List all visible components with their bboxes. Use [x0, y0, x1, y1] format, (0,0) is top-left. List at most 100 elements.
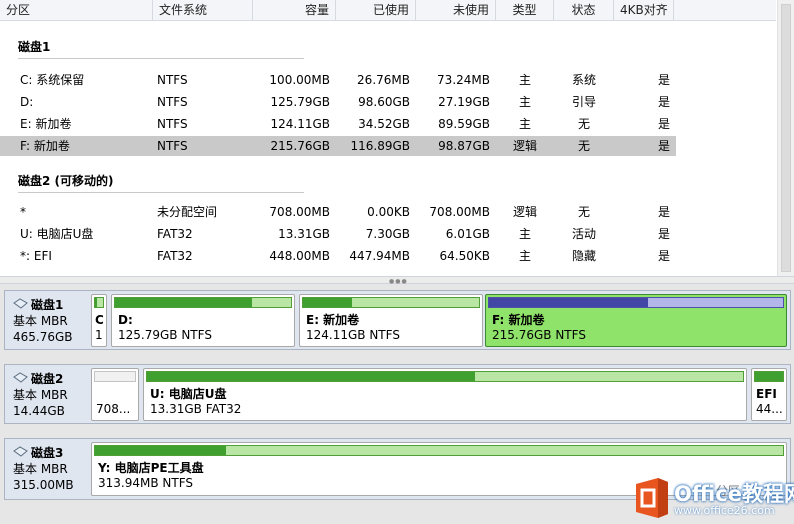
partition-detail: 13.31GB FAT32	[150, 402, 242, 416]
partition-detail: 44...	[756, 402, 783, 416]
disk-kind: 基本 MBR	[13, 388, 68, 402]
cell-capacity: 124.11GB	[270, 117, 330, 131]
usage-fill	[755, 372, 783, 381]
column-used[interactable]: 已使用	[336, 0, 416, 20]
cell-used: 116.89GB	[350, 139, 410, 153]
cell-status: 无	[577, 205, 590, 219]
disk-info: 磁盘3 基本 MBR 315.00MB	[5, 439, 89, 499]
usage-bar	[94, 297, 104, 308]
cell-4k-align: 是	[657, 205, 670, 219]
cell-used: 447.94MB	[349, 249, 410, 263]
disk-icon	[13, 445, 28, 461]
partition-block-d[interactable]: D: 125.79GB NTFS	[111, 294, 295, 347]
partition-block-f-selected[interactable]: F: 新加卷 215.76GB NTFS	[485, 294, 787, 347]
partition-detail: 124.11GB NTFS	[306, 328, 400, 342]
cell-capacity: 448.00MB	[269, 249, 330, 263]
cell-status: 活动	[571, 227, 596, 241]
disk-panel-disk1[interactable]: 磁盘1 基本 MBR 465.76GB C1 D: 125.79GB NTFS E…	[4, 290, 791, 350]
partition-name: F: 新加卷	[492, 313, 545, 327]
cell-capacity: 215.76GB	[270, 139, 330, 153]
cell-4k-align: 是	[657, 139, 670, 153]
office-logo-icon	[636, 478, 668, 518]
disk-icon	[13, 297, 28, 313]
usage-fill	[95, 446, 226, 455]
partition-block-efi[interactable]: EFI 44...	[751, 368, 787, 421]
table-row[interactable]: E: 新加卷 NTFS 124.11GB 34.52GB 89.59GB 主 无 是	[0, 114, 676, 134]
cell-capacity: 125.79GB	[270, 95, 330, 109]
column-header: 分区 文件系统 容量 已使用 未使用 类型 状态 4KB对齐	[0, 0, 776, 21]
cell-free: 6.01GB	[445, 227, 490, 241]
partition-block-unallocated[interactable]: 708...	[91, 368, 139, 421]
cell-capacity: 708.00MB	[269, 205, 330, 219]
table-row[interactable]: D: NTFS 125.79GB 98.60GB 27.19GB 主 引导 是	[0, 92, 676, 112]
cell-4k-align: 是	[657, 117, 670, 131]
column-free[interactable]: 未使用	[416, 0, 496, 20]
cell-used: 34.52GB	[358, 117, 410, 131]
disk-size: 465.76GB	[13, 330, 73, 344]
cell-partition: *: EFI	[20, 249, 52, 263]
cell-type: 主	[518, 73, 531, 87]
table-row-selected[interactable]: F: 新加卷 NTFS 215.76GB 116.89GB 98.87GB 逻辑 无 是	[0, 136, 676, 156]
cell-free: 708.00MB	[429, 205, 490, 219]
cell-partition: U: 电脑店U盘	[20, 227, 94, 241]
partition-block-e[interactable]: E: 新加卷 124.11GB NTFS	[299, 294, 483, 347]
cell-partition: E: 新加卷	[20, 117, 72, 131]
cell-status: 引导	[571, 95, 596, 109]
group-divider	[18, 58, 304, 59]
cell-filesystem: FAT32	[157, 227, 193, 241]
partition-label: C1	[95, 313, 104, 343]
usage-fill	[303, 298, 353, 307]
cell-status: 无	[577, 117, 590, 131]
disk-size: 315.00MB	[13, 478, 74, 492]
table-row[interactable]: C: 系统保留 NTFS 100.00MB 26.76MB 73.24MB 主 系统 是	[0, 70, 676, 90]
vertical-scrollbar[interactable]	[777, 0, 794, 276]
cell-free: 89.59GB	[438, 117, 490, 131]
pane-splitter[interactable]: ●●●	[0, 276, 794, 285]
disk-kind: 基本 MBR	[13, 314, 68, 328]
column-filesystem[interactable]: 文件系统	[153, 0, 253, 20]
column-4k-align[interactable]: 4KB对齐	[614, 0, 674, 20]
table-row[interactable]: * 未分配空间 708.00MB 0.00KB 708.00MB 逻辑 无 是	[0, 202, 676, 222]
disk-info: 磁盘2 基本 MBR 14.44GB	[5, 365, 89, 423]
column-capacity[interactable]: 容量	[253, 0, 336, 20]
partition-label: U: 电脑店U盘 13.31GB FAT32	[150, 387, 241, 417]
cell-free: 73.24MB	[437, 73, 490, 87]
cell-4k-align: 是	[657, 227, 670, 241]
cell-free: 64.50KB	[439, 249, 490, 263]
partition-label: F: 新加卷 215.76GB NTFS	[492, 313, 586, 343]
usage-fill	[147, 372, 475, 381]
watermark: 分区 Office教程网 www.office26.com	[630, 472, 794, 524]
partition-detail: 215.76GB NTFS	[492, 328, 586, 342]
watermark-url: www.office26.com	[674, 504, 775, 517]
cell-filesystem: NTFS	[157, 139, 188, 153]
cell-4k-align: 是	[657, 95, 670, 109]
partition-block-c[interactable]: C1	[91, 294, 107, 347]
column-partition[interactable]: 分区	[0, 0, 153, 20]
partition-detail: 125.79GB NTFS	[118, 328, 212, 342]
disk-panel-disk2[interactable]: 磁盘2 基本 MBR 14.44GB 708... U: 电脑店U盘 13.31G…	[4, 364, 791, 424]
cell-capacity: 100.00MB	[269, 73, 330, 87]
disk-icon	[13, 371, 28, 387]
partition-label: EFI 44...	[756, 387, 783, 417]
table-row[interactable]: U: 电脑店U盘 FAT32 13.31GB 7.30GB 6.01GB 主 活动 是	[0, 224, 676, 244]
disk-kind: 基本 MBR	[13, 462, 68, 476]
disk-name: 磁盘2	[31, 372, 64, 386]
partition-name: D:	[118, 313, 133, 327]
cell-type: 主	[518, 249, 531, 263]
partition-block-u[interactable]: U: 电脑店U盘 13.31GB FAT32	[143, 368, 747, 421]
cell-partition: D:	[20, 95, 34, 109]
partition-list: 分区 文件系统 容量 已使用 未使用 类型 状态 4KB对齐 磁盘1 C: 系统…	[0, 0, 794, 276]
partition-detail: 313.94MB NTFS	[98, 476, 194, 490]
partition-name: U: 电脑店U盘	[150, 387, 227, 401]
cell-type: 逻辑	[512, 139, 537, 153]
disk-size: 14.44GB	[13, 404, 65, 418]
scrollbar-thumb[interactable]	[781, 4, 791, 272]
cell-used: 26.76MB	[357, 73, 410, 87]
column-type[interactable]: 类型	[496, 0, 554, 20]
usage-bar	[488, 297, 784, 308]
partition-detail: 708...	[96, 402, 131, 416]
usage-bar	[754, 371, 784, 382]
table-row[interactable]: *: EFI FAT32 448.00MB 447.94MB 64.50KB 主 隐藏 是	[0, 246, 676, 266]
column-status[interactable]: 状态	[554, 0, 614, 20]
cell-filesystem: NTFS	[157, 95, 188, 109]
